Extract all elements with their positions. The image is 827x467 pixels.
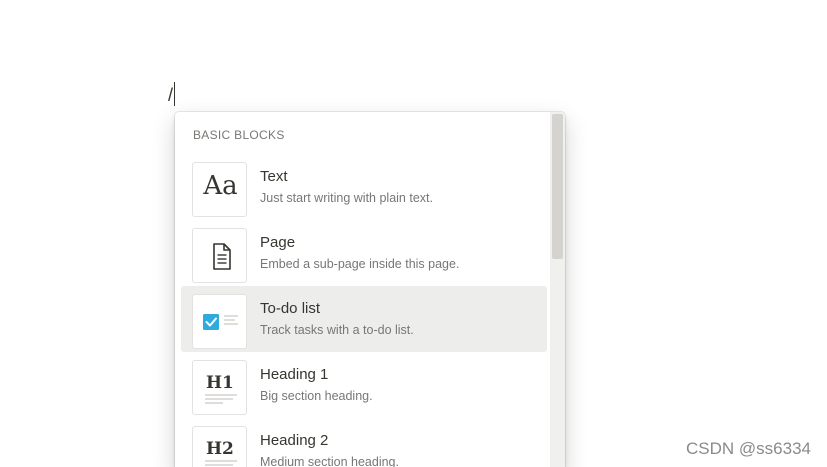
page-document-icon <box>192 228 247 283</box>
menu-item-description: Medium section heading. <box>260 455 399 467</box>
heading-1-thumb-label: H1 <box>206 373 234 393</box>
menu-item-description: Big section heading. <box>260 389 373 403</box>
heading-2-thumb-label: H2 <box>206 439 234 459</box>
watermark: CSDN @ss6334 <box>686 439 811 458</box>
menu-item-text[interactable]: Aa Text Just start writing with plain te… <box>181 154 547 220</box>
menu-item-heading-2[interactable]: H2 Heading 2 Medium section heading. <box>181 418 547 467</box>
heading-2-icon: H2 <box>192 426 247 467</box>
slash-command-menu: BASIC BLOCKS Aa Text Just start writing … <box>175 112 565 467</box>
heading-1-icon: H1 <box>192 360 247 415</box>
text-thumb-label: Aa <box>203 171 238 201</box>
menu-item-todo-list[interactable]: To-do list Track tasks with a to-do list… <box>181 286 547 352</box>
menu-list: BASIC BLOCKS Aa Text Just start writing … <box>175 112 550 467</box>
menu-item-title: To-do list <box>260 300 321 317</box>
text-caret <box>174 82 176 106</box>
slash-command-text: / <box>168 85 174 105</box>
section-title-basic-blocks: BASIC BLOCKS <box>193 128 285 142</box>
text-aa-icon: Aa <box>192 162 247 217</box>
todo-checkbox-icon <box>192 294 247 349</box>
menu-item-description: Embed a sub-page inside this page. <box>260 257 460 271</box>
menu-item-title: Heading 2 <box>260 432 329 449</box>
menu-item-title: Page <box>260 234 296 251</box>
menu-scrollbar[interactable] <box>550 112 565 467</box>
menu-item-title: Text <box>260 168 288 185</box>
menu-scrollbar-thumb[interactable] <box>552 114 563 259</box>
menu-item-title: Heading 1 <box>260 366 329 383</box>
menu-item-description: Just start writing with plain text. <box>260 191 433 205</box>
menu-item-page[interactable]: Page Embed a sub-page inside this page. <box>181 220 547 286</box>
menu-item-heading-1[interactable]: H1 Heading 1 Big section heading. <box>181 352 547 418</box>
menu-item-description: Track tasks with a to-do list. <box>260 323 414 337</box>
notion-editor-canvas: / BASIC BLOCKS Aa Text Just start writin… <box>0 0 827 467</box>
editor-block-input[interactable]: / <box>168 82 176 108</box>
